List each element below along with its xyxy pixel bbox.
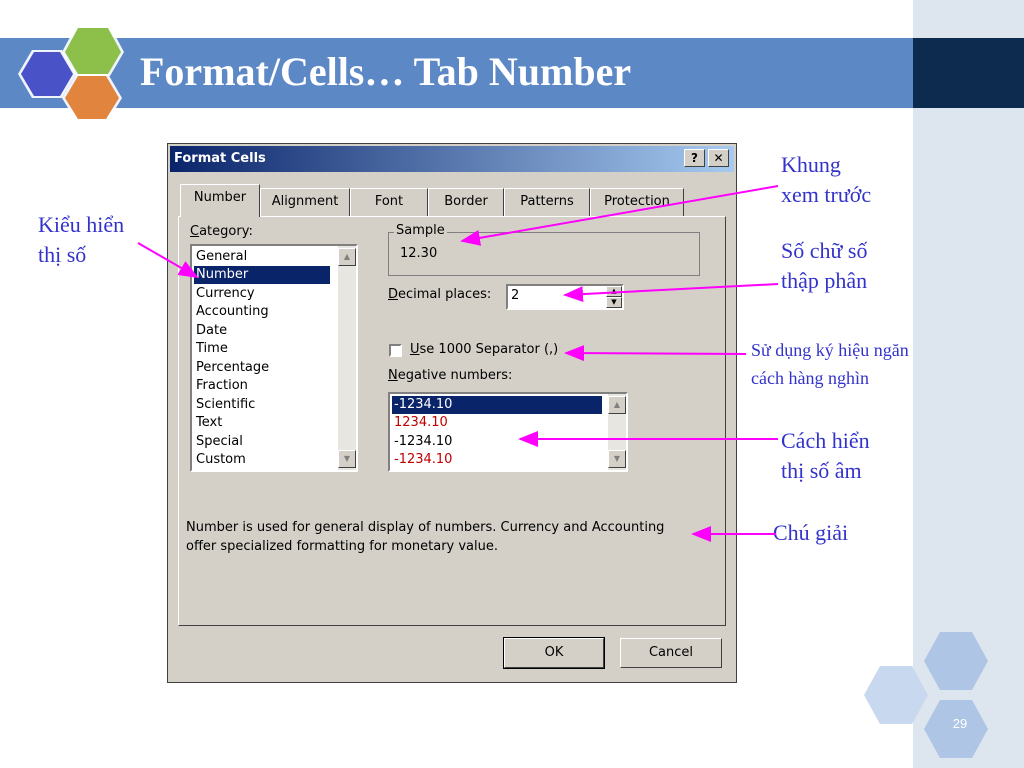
tab-number[interactable]: Number xyxy=(180,184,260,217)
arrow-decimals xyxy=(563,283,779,303)
arrow-separator xyxy=(564,345,747,362)
arrow-preview xyxy=(460,185,779,246)
callout-arrows xyxy=(137,185,779,542)
arrow-category xyxy=(137,242,199,278)
